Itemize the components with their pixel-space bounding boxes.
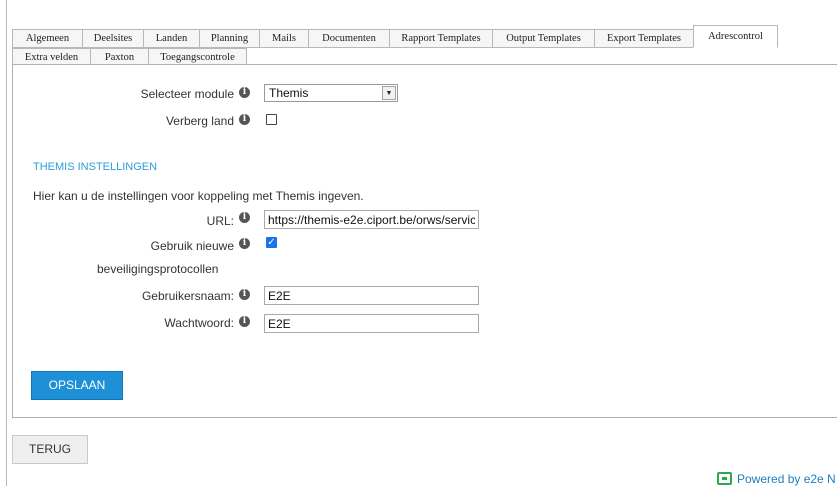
section-title: THEMIS INSTELLINGEN <box>33 161 158 173</box>
module-info-icon[interactable]: i <box>239 87 250 98</box>
e2e-logo-icon <box>717 472 732 485</box>
protocol-label-line2: beveiligingsprotocollen <box>97 262 219 276</box>
powered-by-text: Powered by e2e N <box>737 472 836 486</box>
save-button[interactable]: OPSLAAN <box>31 371 123 400</box>
powered-by[interactable]: Powered by e2e N <box>717 472 836 486</box>
back-button[interactable]: TERUG <box>12 435 88 464</box>
tab-algemeen[interactable]: Algemeen <box>12 29 83 48</box>
password-info-icon[interactable]: i <box>239 316 250 327</box>
url-input[interactable] <box>264 210 479 229</box>
hide-country-info-icon[interactable]: i <box>239 114 250 125</box>
module-select-value: Themis <box>269 86 309 100</box>
hide-country-label: Verberg land <box>165 114 234 128</box>
protocol-label-line1: Gebruik nieuwe <box>150 239 234 253</box>
tab-landen[interactable]: Landen <box>143 29 200 48</box>
username-info-icon[interactable]: i <box>239 289 250 300</box>
tab-adrescontrol[interactable]: Adrescontrol <box>693 25 778 48</box>
module-label: Selecteer module <box>140 87 234 101</box>
username-label: Gebruikersnaam: <box>141 289 234 303</box>
window-left-border <box>6 0 7 486</box>
module-select[interactable]: Themis ▼ <box>264 84 398 102</box>
url-label: URL: <box>206 214 234 228</box>
protocol-info-icon[interactable]: i <box>239 238 250 249</box>
username-input[interactable] <box>264 286 479 305</box>
tab-documenten[interactable]: Documenten <box>308 29 390 48</box>
password-input[interactable] <box>264 314 479 333</box>
protocol-checkbox[interactable]: ✓ <box>266 237 277 248</box>
tab-output-templates[interactable]: Output Templates <box>492 29 595 48</box>
tab-planning[interactable]: Planning <box>199 29 260 48</box>
tab-export-templates[interactable]: Export Templates <box>594 29 694 48</box>
hide-country-checkbox[interactable] <box>266 114 277 125</box>
password-label: Wachtwoord: <box>164 316 234 330</box>
tab-mails[interactable]: Mails <box>259 29 309 48</box>
url-info-icon[interactable]: i <box>239 212 250 223</box>
tab-rapport-templates[interactable]: Rapport Templates <box>389 29 493 48</box>
section-intro: Hier kan u de instellingen voor koppelin… <box>33 189 364 203</box>
tab-deelsites[interactable]: Deelsites <box>82 29 144 48</box>
chevron-down-icon[interactable]: ▼ <box>382 86 396 100</box>
